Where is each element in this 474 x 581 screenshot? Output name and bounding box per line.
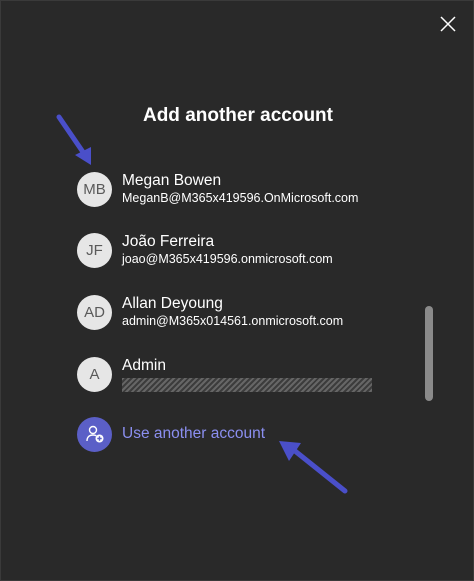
close-icon (440, 16, 456, 32)
add-account-dialog: Add another account MB Megan Bowen Megan… (0, 0, 474, 581)
account-name: João Ferreira (122, 233, 215, 250)
avatar: JF (77, 232, 112, 268)
account-name: Allan Deyoung (122, 295, 223, 312)
account-email: joao@M365x419596.onmicrosoft.com (122, 252, 333, 266)
add-person-icon (77, 416, 112, 452)
account-item-megan-bowen[interactable]: MB Megan Bowen MeganB@M365x419596.OnMicr… (77, 164, 407, 214)
account-email: MeganB@M365x419596.OnMicrosoft.com (122, 191, 359, 205)
avatar: MB (77, 171, 112, 207)
account-text: Megan Bowen MeganB@M365x419596.OnMicroso… (122, 171, 358, 207)
scrollbar-thumb[interactable] (425, 306, 433, 401)
use-another-account-button[interactable]: Use another account (77, 414, 265, 454)
avatar: AD (77, 294, 112, 330)
close-button[interactable] (435, 11, 461, 37)
account-name: Admin (122, 357, 166, 374)
avatar: A (77, 356, 112, 392)
account-item-admin[interactable]: A Admin (77, 349, 407, 399)
account-name: Megan Bowen (122, 172, 222, 189)
annotation-arrow-left-icon (279, 441, 348, 494)
account-item-joao-ferreira[interactable]: JF João Ferreira joao@M365x419596.onmicr… (77, 225, 407, 275)
use-another-account-label: Use another account (122, 425, 266, 442)
annotation-arrow-down-icon (56, 114, 91, 165)
account-email: admin@M365x014561.onmicrosoft.com (122, 314, 344, 328)
account-text: João Ferreira joao@M365x419596.onmicroso… (122, 232, 333, 268)
redacted-email (122, 378, 372, 392)
account-text: Admin (122, 356, 372, 392)
account-item-allan-deyoung[interactable]: AD Allan Deyoung admin@M365x014561.onmic… (77, 287, 407, 337)
account-text: Allan Deyoung admin@M365x014561.onmicros… (122, 294, 343, 330)
